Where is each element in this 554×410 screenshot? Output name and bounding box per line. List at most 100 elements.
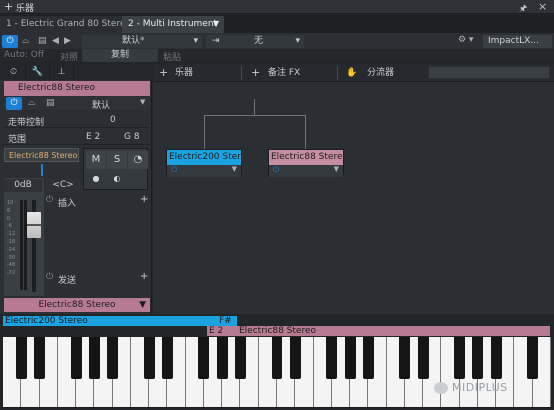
- channel-icon-bar: ⏲ 🔧 ⊥: [0, 64, 152, 80]
- auto-off-label[interactable]: Auto: Off: [4, 50, 44, 60]
- key-zone-electric88[interactable]: E 2 Electric88 Stereo: [207, 326, 550, 336]
- black-key[interactable]: [70, 337, 82, 379]
- pan-value[interactable]: <C>: [46, 179, 80, 192]
- black-key[interactable]: [216, 337, 228, 379]
- node-footer: ⏻ ▼: [167, 165, 241, 177]
- automation-icon[interactable]: ⌓: [22, 36, 29, 46]
- black-key[interactable]: [454, 337, 466, 379]
- channel-label[interactable]: Electric88 Stereo: [4, 148, 79, 162]
- black-key[interactable]: [399, 337, 411, 379]
- instrument-preset-value[interactable]: 默认: [92, 98, 110, 111]
- volume-fader-handle[interactable]: [27, 212, 41, 238]
- black-key[interactable]: [344, 337, 356, 379]
- black-key[interactable]: [198, 337, 210, 379]
- zone-name: Electric88 Stereo: [239, 326, 316, 336]
- black-key[interactable]: [326, 337, 338, 379]
- add-send-button[interactable]: +: [140, 271, 148, 282]
- black-key[interactable]: [15, 337, 27, 379]
- volume-value[interactable]: 0dB: [4, 179, 42, 192]
- black-key[interactable]: [34, 337, 45, 379]
- chevron-down-icon[interactable]: ▼: [213, 19, 219, 28]
- gear-icon[interactable]: ⚙ ▾: [458, 35, 480, 48]
- power-button[interactable]: ⏻: [2, 35, 18, 48]
- add-insert-button[interactable]: +: [140, 194, 148, 205]
- node-name: Electric200 Ster..: [167, 150, 241, 165]
- wrench-icon[interactable]: 🔧: [26, 64, 50, 80]
- mute-button[interactable]: M: [86, 151, 106, 169]
- add-instrument-icon[interactable]: +: [159, 64, 168, 82]
- key-zone-electric200[interactable]: Electric200 Stereo F# 2: [3, 316, 237, 336]
- node-footer: ⏻ ▼: [269, 165, 343, 177]
- black-key[interactable]: [271, 337, 283, 379]
- power-icon[interactable]: ⏻: [46, 272, 53, 282]
- preset-dropdown[interactable]: 默认* ▾: [82, 35, 202, 48]
- transport-control-label: 走带控制: [8, 118, 45, 128]
- preset-icon[interactable]: ▤: [38, 36, 47, 46]
- range-low-value[interactable]: E 2: [86, 132, 100, 142]
- section-instruments[interactable]: 乐器: [175, 64, 193, 82]
- channel-footer-name[interactable]: Electric88 Stereo ▼: [4, 298, 150, 312]
- plugin-name-button[interactable]: ImpactLX...: [483, 35, 552, 48]
- add-note-fx-icon[interactable]: +: [251, 64, 260, 82]
- solo-button[interactable]: S: [107, 151, 127, 169]
- black-key[interactable]: [143, 337, 155, 379]
- black-key[interactable]: [472, 337, 484, 379]
- black-key[interactable]: [417, 337, 429, 379]
- black-key[interactable]: [527, 337, 539, 379]
- scale-tick: 6: [7, 207, 11, 214]
- black-key[interactable]: [490, 337, 502, 379]
- record-icon[interactable]: ●: [86, 170, 106, 188]
- routing-panel: [153, 64, 554, 314]
- input-monitor-icon[interactable]: ◐: [107, 170, 127, 188]
- scale-tick: -72: [7, 270, 16, 277]
- automation-icon[interactable]: ⌓: [28, 98, 35, 108]
- range-high-value[interactable]: G 8: [124, 132, 140, 142]
- chevron-down-icon: ▾: [295, 36, 300, 46]
- close-icon[interactable]: ×: [538, 0, 547, 13]
- power-icon[interactable]: ⏻: [46, 195, 53, 205]
- instrument-node-electric200[interactable]: Electric200 Ster.. ⏻ ▼: [166, 149, 242, 177]
- compare-button[interactable]: 对照: [60, 50, 78, 63]
- history-icon[interactable]: ⏲: [2, 64, 26, 80]
- midi-input-dropdown[interactable]: ⇥ 无 ▾: [206, 35, 304, 48]
- chevron-down-icon[interactable]: ▼: [140, 98, 145, 106]
- hand-icon[interactable]: ✋: [346, 64, 357, 82]
- search-input[interactable]: [428, 66, 550, 79]
- instrument-name-header[interactable]: Electric88 Stereo: [4, 81, 150, 96]
- black-key[interactable]: [234, 337, 246, 379]
- chevron-down-icon[interactable]: ▼: [334, 165, 339, 173]
- instrument-power-button[interactable]: ⏻: [6, 97, 22, 110]
- range-row: 范围 E 2 G 8: [4, 129, 150, 145]
- sends-header: ⏻ 发送 +: [44, 271, 150, 286]
- chevron-down-icon[interactable]: ▼: [232, 165, 237, 173]
- transport-control-value[interactable]: 0: [110, 115, 116, 125]
- monitor-icon[interactable]: ◔: [128, 151, 148, 169]
- prev-preset-icon[interactable]: ◀: [52, 36, 59, 46]
- midi-input-icon: ⇥: [212, 36, 220, 46]
- preset-icon[interactable]: ▤: [46, 98, 55, 108]
- tab-electric-grand[interactable]: 1 - Electric Grand 80 Stereo: [0, 16, 131, 33]
- black-key[interactable]: [161, 337, 173, 379]
- divider: [241, 66, 242, 80]
- copy-button[interactable]: 复制: [82, 49, 158, 62]
- routing-icon[interactable]: ⊥: [50, 64, 74, 80]
- tab-multi-instrument[interactable]: 2 - Multi Instrument ▼: [122, 16, 224, 33]
- zone-name: Electric200 Stereo: [5, 316, 88, 326]
- next-preset-icon[interactable]: ▶: [64, 36, 71, 46]
- scale-tick: 0: [7, 215, 11, 222]
- instrument-node-electric88[interactable]: Electric88 Stereo ⏻ ▼: [268, 149, 344, 177]
- routing-wire: [204, 115, 306, 116]
- scale-tick: -6: [7, 223, 12, 230]
- section-note-fx[interactable]: 备注 FX: [268, 64, 300, 82]
- black-key[interactable]: [88, 337, 100, 379]
- power-icon[interactable]: ⏻: [171, 165, 177, 175]
- add-icon[interactable]: +: [4, 0, 13, 13]
- power-icon[interactable]: ⏻: [273, 165, 279, 175]
- paste-button[interactable]: 粘贴: [163, 50, 181, 63]
- black-key[interactable]: [289, 337, 301, 379]
- piano-keyboard[interactable]: [3, 337, 551, 408]
- chevron-down-icon: ▾: [193, 36, 198, 46]
- black-key[interactable]: [107, 337, 119, 379]
- black-key[interactable]: [362, 337, 374, 379]
- section-splitter[interactable]: 分流器: [367, 64, 394, 82]
